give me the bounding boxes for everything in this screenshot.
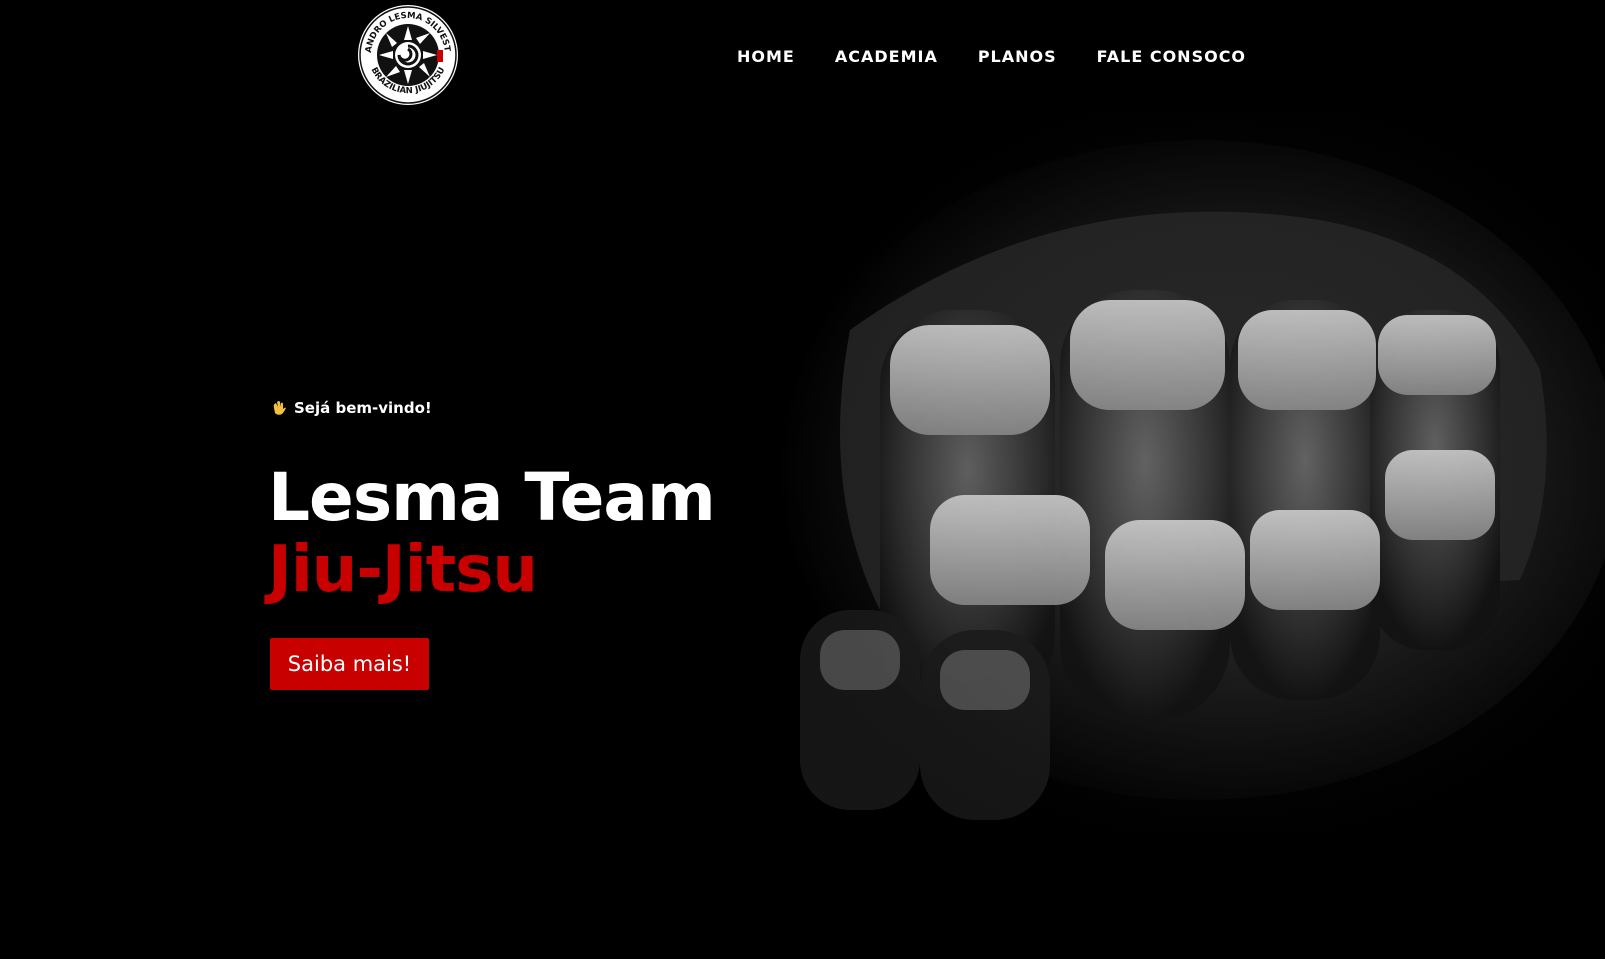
greeting-text: Sejá bem-vindo! — [294, 399, 432, 417]
greeting: Sejá bem-vindo! — [270, 399, 432, 417]
hero-title-accent: Jiu-Jitsu — [268, 533, 538, 607]
nav-item-fale-consoco[interactable]: FALE CONSOCO — [1097, 46, 1246, 68]
logo[interactable]: LEANDRO LESMA SILVESTRE BRAZILIAN JIUJIT… — [357, 4, 459, 106]
nav-item-home[interactable]: HOME — [737, 46, 795, 68]
hero-fist-image — [760, 110, 1605, 830]
saiba-mais-button[interactable]: Saiba mais! — [270, 638, 429, 690]
nav-item-planos[interactable]: PLANOS — [978, 46, 1057, 68]
hero-title-primary: Lesma Team — [268, 459, 716, 536]
logo-emblem-icon: LEANDRO LESMA SILVESTRE BRAZILIAN JIUJIT… — [357, 4, 458, 105]
nav-item-academia[interactable]: ACADEMIA — [835, 46, 938, 68]
page: LEANDRO LESMA SILVESTRE BRAZILIAN JIUJIT… — [0, 0, 1605, 959]
main-nav: HOME ACADEMIA PLANOS FALE CONSOCO — [737, 46, 1286, 68]
waving-hand-icon — [273, 401, 286, 415]
